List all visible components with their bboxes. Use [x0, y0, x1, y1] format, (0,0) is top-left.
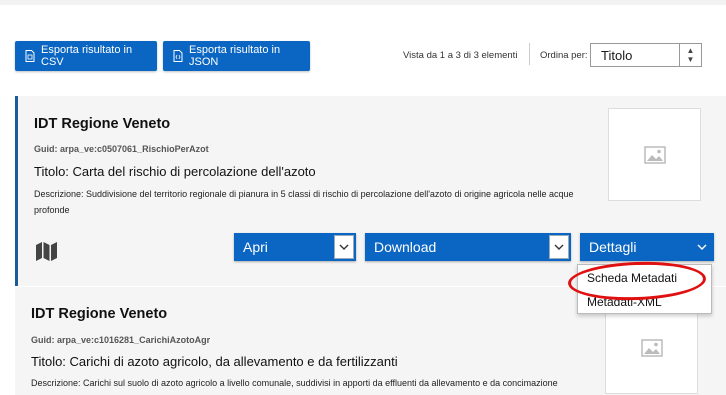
organization-name: IDT Regione Veneto: [31, 306, 168, 322]
result-card: IDT Regione Veneto Guid: arpa_ve:c050706…: [15, 96, 726, 286]
sort-select[interactable]: Titolo ▲ ▼: [590, 43, 702, 67]
image-placeholder-icon: [643, 145, 666, 164]
json-file-icon: [173, 50, 183, 62]
sort-label: Ordina per:: [540, 50, 588, 61]
menu-item-metadati-xml[interactable]: Metadati-XML: [587, 295, 662, 309]
csv-file-icon: [25, 50, 35, 62]
export-json-button[interactable]: Esporta risultato in JSON: [163, 41, 310, 71]
top-bar: [0, 0, 726, 5]
result-title: Titolo: Carichi di azoto agricolo, da al…: [31, 354, 398, 369]
open-label: Apri: [243, 239, 268, 255]
result-thumbnail: [608, 108, 701, 201]
chevron-down-icon[interactable]: [692, 235, 712, 259]
result-guid: Guid: arpa_ve:c1016281_CarichiAzotoAgr: [31, 335, 211, 345]
export-json-label: Esporta risultato in JSON: [189, 44, 281, 68]
result-description: Descrizione: Carichi sul suolo di azoto …: [31, 378, 558, 388]
results-count: Vista da 1 a 3 di 3 elementi: [403, 50, 518, 61]
organization-name: IDT Regione Veneto: [34, 116, 171, 132]
download-label: Download: [374, 239, 437, 255]
toolbar-divider: [529, 43, 530, 65]
chevron-down-icon[interactable]: [334, 235, 354, 259]
result-thumbnail: [605, 301, 698, 394]
details-dropdown-menu: Scheda Metadati Metadati-XML: [577, 264, 712, 314]
result-guid: Guid: arpa_ve:c0507061_RischioPerAzot: [34, 144, 209, 154]
map-icon[interactable]: [36, 242, 57, 261]
chevron-down-icon[interactable]: [549, 235, 569, 259]
details-select[interactable]: Dettagli: [580, 233, 714, 261]
sort-value: Titolo: [601, 47, 633, 63]
sort-arrows-icon[interactable]: ▲ ▼: [679, 44, 701, 66]
menu-item-scheda-metadati[interactable]: Scheda Metadati: [587, 271, 677, 285]
result-description: Descrizione: Suddivisione del territorio…: [34, 189, 574, 215]
export-csv-label: Esporta risultato in CSV: [41, 44, 133, 68]
result-title: Titolo: Carta del rischio di percolazion…: [34, 164, 316, 179]
export-csv-button[interactable]: Esporta risultato in CSV: [15, 41, 157, 71]
open-select[interactable]: Apri: [234, 233, 356, 261]
details-label: Dettagli: [589, 239, 637, 255]
image-placeholder-icon: [640, 338, 663, 357]
download-select[interactable]: Download: [365, 233, 571, 261]
